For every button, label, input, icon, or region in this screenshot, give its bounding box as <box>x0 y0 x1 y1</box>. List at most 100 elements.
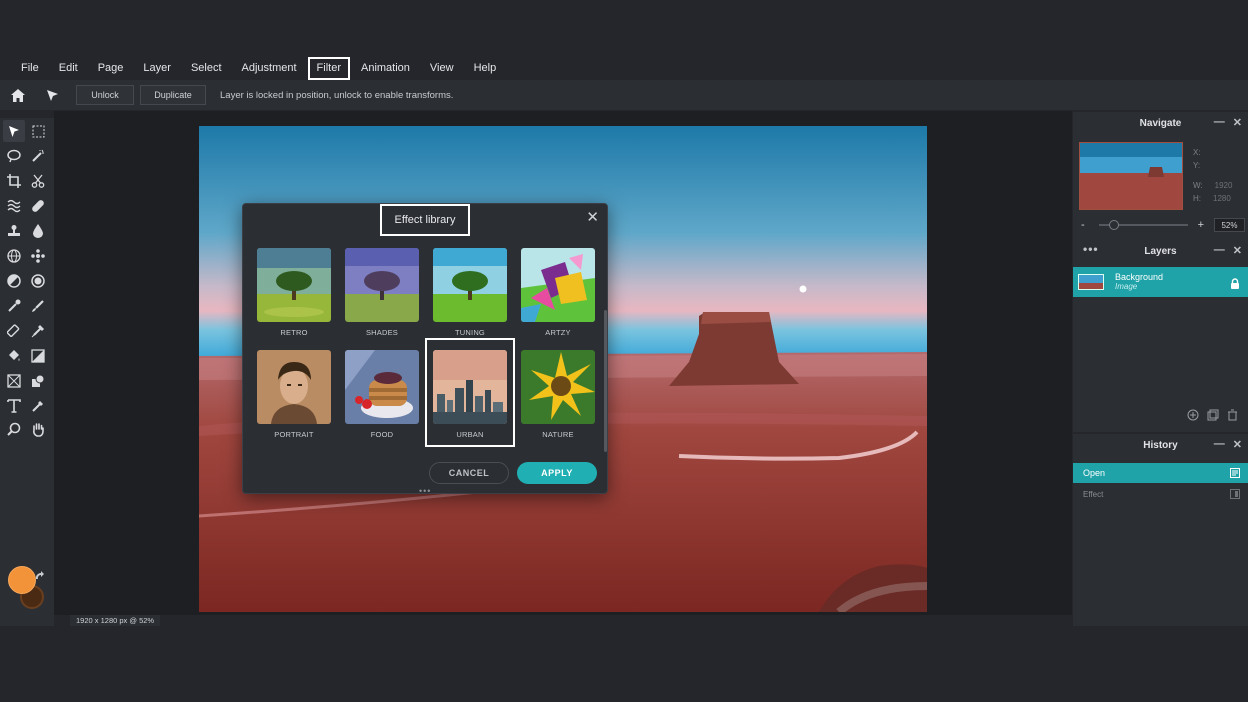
layer-tools <box>1187 408 1238 426</box>
zoom-out-button[interactable]: - <box>1081 219 1091 231</box>
menu-edit[interactable]: Edit <box>50 57 87 80</box>
liquify-tool[interactable] <box>3 195 25 217</box>
zoom-tool[interactable] <box>3 418 25 440</box>
text-tool[interactable] <box>3 395 25 417</box>
crop-tool[interactable] <box>3 170 25 192</box>
lasso-tool[interactable] <box>3 145 25 167</box>
stamp-tool[interactable] <box>3 220 25 242</box>
layer-name: Background <box>1115 272 1164 282</box>
selected-effect-outline <box>425 338 515 447</box>
effect-shades[interactable]: SHADES <box>345 248 419 337</box>
resize-handle-icon[interactable]: ••• <box>419 486 431 496</box>
y-label: Y: <box>1193 161 1201 170</box>
lock-icon[interactable] <box>1230 276 1240 294</box>
shades-thumbnail <box>345 248 419 322</box>
photo-editor-app: File Edit Page Layer Select Adjustment F… <box>0 0 1248 702</box>
pattern-tool[interactable] <box>27 245 49 267</box>
close-icon[interactable]: ✕ <box>1233 438 1242 451</box>
foreground-color-swatch[interactable] <box>8 566 36 594</box>
menu-layer[interactable]: Layer <box>134 57 180 80</box>
history-title: History <box>1143 439 1178 451</box>
effect-icon <box>1230 489 1240 501</box>
eyedropper-tool[interactable] <box>3 295 25 317</box>
menu-help[interactable]: Help <box>465 57 506 80</box>
effect-label: NATURE <box>542 430 574 439</box>
retro-thumbnail <box>257 248 331 322</box>
pen-tool[interactable] <box>27 395 49 417</box>
dialog-title: Effect library <box>380 204 470 236</box>
fill-tool[interactable] <box>3 345 25 367</box>
cut-tool[interactable] <box>27 170 49 192</box>
shape-tool[interactable] <box>27 370 49 392</box>
swap-colors-icon[interactable] <box>34 568 44 586</box>
zoom-controls: - + 52% <box>1081 218 1245 232</box>
layer-type: Image <box>1115 282 1138 291</box>
history-item-label: Effect <box>1083 489 1104 499</box>
layers-title: Layers <box>1144 245 1177 257</box>
w-value: 1920 <box>1214 181 1233 190</box>
more-options-icon[interactable]: ••• <box>1083 242 1099 256</box>
navigator-preview[interactable] <box>1079 142 1183 210</box>
duplicate-layer-icon[interactable] <box>1207 408 1219 426</box>
menu-file[interactable]: File <box>12 57 48 80</box>
magic-wand-tool[interactable] <box>27 145 49 167</box>
close-icon[interactable]: ✕ <box>1233 116 1242 129</box>
zoom-slider-knob[interactable] <box>1108 220 1119 230</box>
navigator-info: X: Y: W: 1920 H: 1280 <box>1193 146 1232 205</box>
apply-button[interactable]: APPLY <box>517 462 597 484</box>
minimize-icon[interactable]: — <box>1214 116 1225 129</box>
effect-food[interactable]: FOOD <box>345 350 419 439</box>
delete-layer-icon[interactable] <box>1227 408 1238 426</box>
marquee-tool[interactable] <box>27 120 49 142</box>
smudge-tool[interactable] <box>27 320 49 342</box>
menu-filter[interactable]: Filter <box>307 56 350 80</box>
heal-tool[interactable] <box>27 195 49 217</box>
home-icon[interactable] <box>8 85 28 105</box>
menu-animation[interactable]: Animation <box>352 57 419 80</box>
effect-retro[interactable]: RETRO <box>257 248 331 337</box>
minimize-icon[interactable]: — <box>1214 438 1225 451</box>
layer-row-background[interactable]: Background Image <box>1073 267 1248 297</box>
gradient-tool[interactable] <box>27 345 49 367</box>
layers-header: ••• Layers — ✕ <box>1073 240 1248 262</box>
effect-artzy[interactable]: ARTZY <box>521 248 595 337</box>
status-bar <box>54 615 1072 626</box>
menu-page[interactable]: Page <box>89 57 133 80</box>
brush-tool[interactable] <box>27 295 49 317</box>
zoom-in-button[interactable]: + <box>1198 219 1204 231</box>
eraser-tool[interactable] <box>3 320 25 342</box>
hand-tool[interactable] <box>27 418 49 440</box>
menu-adjustment[interactable]: Adjustment <box>233 57 306 80</box>
effect-portrait[interactable]: PORTRAIT <box>257 350 331 439</box>
frame-tool[interactable] <box>3 370 25 392</box>
move-tool[interactable] <box>3 120 25 142</box>
zoom-slider[interactable] <box>1098 220 1188 230</box>
close-icon[interactable]: ✕ <box>1233 244 1242 257</box>
close-icon[interactable]: ✕ <box>586 210 599 225</box>
navigate-panel: Navigate — ✕ X: Y: W: 1920 H: 1280 - + 52% <box>1073 112 1248 240</box>
options-bar: Unlock Duplicate Layer is locked in posi… <box>0 80 1248 110</box>
h-label: H: <box>1193 194 1201 203</box>
globe-tool[interactable] <box>3 245 25 267</box>
duplicate-button[interactable]: Duplicate <box>140 85 206 105</box>
move-tool-icon[interactable] <box>42 85 62 105</box>
history-item-effect[interactable]: Effect <box>1073 484 1248 504</box>
effect-nature[interactable]: NATURE <box>521 350 595 439</box>
effect-tuning[interactable]: TUNING <box>433 248 507 337</box>
effect-label: FOOD <box>370 430 394 439</box>
dodge-burn-tool[interactable] <box>3 270 25 292</box>
nature-thumbnail <box>521 350 595 424</box>
unlock-button[interactable]: Unlock <box>76 85 134 105</box>
cancel-button[interactable]: CANCEL <box>429 462 509 484</box>
effects-scrollbar[interactable] <box>604 310 607 452</box>
add-layer-icon[interactable] <box>1187 408 1199 426</box>
history-item-open[interactable]: Open <box>1073 463 1248 483</box>
zoom-value-field[interactable]: 52% <box>1214 218 1245 232</box>
blur-tool[interactable] <box>27 220 49 242</box>
minimize-icon[interactable]: — <box>1214 244 1225 257</box>
menu-view[interactable]: View <box>421 57 463 80</box>
sponge-tool[interactable] <box>27 270 49 292</box>
x-label: X: <box>1193 148 1201 157</box>
tuning-thumbnail <box>433 248 507 322</box>
menu-select[interactable]: Select <box>182 57 231 80</box>
